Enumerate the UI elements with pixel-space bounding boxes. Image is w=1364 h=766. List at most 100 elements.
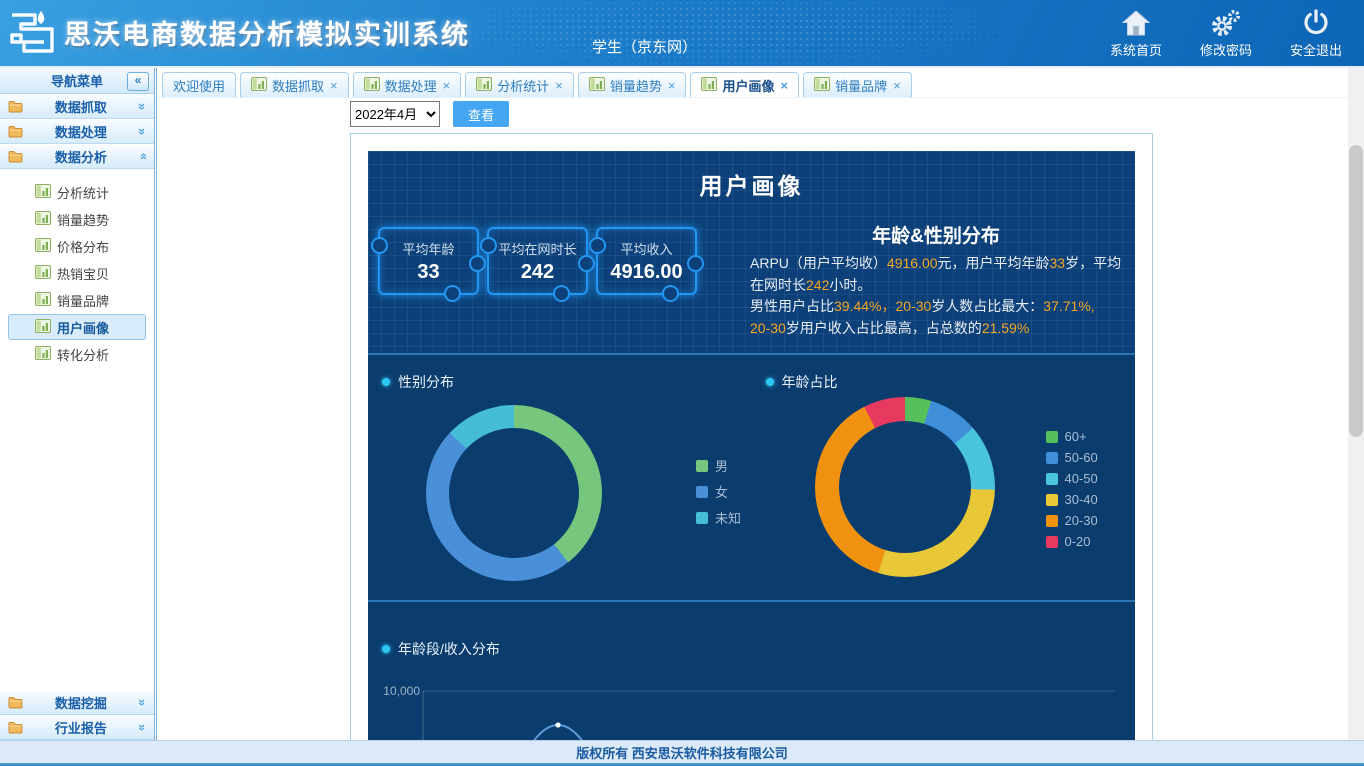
header-nav-gear[interactable]: 修改密码: [1194, 7, 1258, 59]
highlight-value: 37.71%,: [1043, 298, 1094, 314]
sidebar-item-label: 销量品牌: [57, 291, 109, 310]
legend-item-女[interactable]: 女: [696, 482, 741, 501]
tab-数据处理[interactable]: 数据处理×: [353, 72, 462, 97]
tab-close-icon[interactable]: ×: [780, 78, 788, 93]
summary-line: 20-30岁用户收入占比最高，占总数的21.59%: [750, 318, 1122, 340]
sidebar-groups-top: 数据抓取»数据处理»数据分析»分析统计销量趋势价格分布热销宝贝销量品牌用户画像转…: [0, 94, 154, 374]
card-notch: [589, 237, 606, 254]
legend-swatch: [1046, 473, 1058, 485]
chart-icon: [701, 77, 717, 94]
legend-label: 40-50: [1065, 471, 1098, 486]
sidebar-group-数据分析[interactable]: 数据分析»: [0, 144, 154, 169]
bullet-icon: [766, 378, 774, 386]
sidebar-group-数据挖掘[interactable]: 数据挖掘»: [0, 690, 154, 715]
chart-icon: [364, 77, 380, 94]
y-axis-tick-label: 10,000: [383, 684, 420, 698]
tab-close-icon[interactable]: ×: [443, 78, 451, 93]
legend-item-30-40[interactable]: 30-40: [1046, 492, 1098, 507]
app-logo-icon: [8, 9, 60, 57]
charts-row: 性别分布 男女未知 年龄占比: [368, 355, 1135, 600]
legend-swatch: [696, 512, 708, 524]
tab-销量品牌[interactable]: 销量品牌×: [803, 72, 912, 97]
sidebar-collapse-button[interactable]: «: [127, 72, 149, 91]
tab-label: 欢迎使用: [173, 76, 225, 95]
dashboard-title: 用户画像: [368, 151, 1135, 201]
sidebar-item-分析统计[interactable]: 分析统计: [8, 179, 146, 205]
highlight-value: 33: [1050, 255, 1066, 271]
legend-item-50-60[interactable]: 50-60: [1046, 450, 1098, 465]
tab-分析统计[interactable]: 分析统计×: [465, 72, 574, 97]
header-nav-label: 系统首页: [1110, 40, 1162, 59]
stat-label: 平均收入: [620, 239, 672, 258]
sidebar-item-热销宝贝[interactable]: 热销宝贝: [8, 260, 146, 286]
tab-close-icon[interactable]: ×: [555, 78, 563, 93]
sidebar-group-label: 数据处理: [23, 122, 139, 141]
header-nav: 系统首页 修改密码安全退出: [1104, 7, 1348, 59]
footer: 版权所有 西安思沃软件科技有限公司: [0, 740, 1364, 766]
chart-icon: [589, 77, 605, 94]
summary-block: 年龄&性别分布 ARPU（用户平均收）4916.00元，用户平均年龄33岁，平均…: [750, 221, 1122, 339]
highlight-value: 4916.00: [887, 255, 938, 271]
scrollbar-thumb[interactable]: [1349, 145, 1363, 437]
summary-text: ARPU（用户平均收）4916.00元，用户平均年龄33岁，平均在网时长242小…: [750, 253, 1122, 339]
chevron-down-icon: »: [135, 103, 150, 110]
card-notch: [444, 285, 461, 302]
legend-swatch: [1046, 515, 1058, 527]
header-nav-power[interactable]: 安全退出: [1284, 7, 1348, 59]
donut-hole: [449, 428, 579, 558]
header-nav-home[interactable]: 系统首页: [1104, 7, 1168, 59]
highlight-value: 20-30: [895, 298, 931, 314]
card-notch: [553, 285, 570, 302]
view-button[interactable]: 查看: [453, 101, 509, 127]
tab-数据抓取[interactable]: 数据抓取 ×: [240, 72, 349, 97]
legend-item-40-50[interactable]: 40-50: [1046, 471, 1098, 486]
folder-icon: [8, 125, 23, 138]
sidebar-item-转化分析[interactable]: 转化分析: [8, 341, 146, 367]
legend-item-60+[interactable]: 60+: [1046, 429, 1098, 444]
tab-label: 数据抓取: [272, 76, 324, 95]
tab-close-icon[interactable]: ×: [893, 78, 901, 93]
sidebar-item-用户画像[interactable]: 用户画像: [8, 314, 146, 340]
hero-section: 用户画像 平均年龄33平均在网时长242平均收入4916.00 年龄&性别分布 …: [368, 151, 1135, 353]
user-role-label: 学生（京东网）: [592, 36, 697, 57]
sidebar-item-销量趋势[interactable]: 销量趋势: [8, 206, 146, 232]
income-chart-panel: 年龄段/收入分布 10,000: [368, 602, 1135, 740]
tab-close-icon[interactable]: ×: [330, 78, 338, 93]
chart-icon: [35, 184, 51, 201]
world-map-pattern: [420, 0, 1180, 66]
sidebar-title-bar: 导航菜单 «: [0, 68, 154, 94]
sidebar-group-label: 数据分析: [23, 147, 139, 166]
tab-label: 销量趋势: [610, 76, 662, 95]
gender-legend: 男女未知: [696, 456, 741, 527]
content-area: 欢迎使用数据抓取×数据处理×分析统计×销量趋势×用户画像×销量品牌× 2022年…: [157, 68, 1348, 740]
sidebar-group-行业报告[interactable]: 行业报告»: [0, 715, 154, 740]
card-notch: [578, 255, 595, 272]
stat-card-平均年龄: 平均年龄33: [378, 227, 479, 295]
legend-item-0-20[interactable]: 0-20: [1046, 534, 1098, 549]
period-select[interactable]: 2022年4月: [350, 101, 440, 127]
folder-icon: [8, 721, 23, 734]
sidebar-group-数据抓取[interactable]: 数据抓取»: [0, 94, 154, 119]
legend-item-男[interactable]: 男: [696, 456, 741, 475]
sidebar-item-价格分布[interactable]: 价格分布: [8, 233, 146, 259]
tab-销量趋势[interactable]: 销量趋势 ×: [578, 72, 687, 97]
card-notch: [469, 255, 486, 272]
legend-item-20-30[interactable]: 20-30: [1046, 513, 1098, 528]
tab-用户画像[interactable]: 用户画像×: [690, 72, 799, 97]
sidebar: 导航菜单 « 数据抓取»数据处理»数据分析»分析统计销量趋势价格分布热销宝贝销量…: [0, 68, 157, 740]
sidebar-item-销量品牌[interactable]: 销量品牌: [8, 287, 146, 313]
age-chart-title: 年龄占比: [766, 372, 838, 392]
card-notch: [480, 237, 497, 254]
tab-close-icon[interactable]: ×: [668, 78, 676, 93]
tab-欢迎使用[interactable]: 欢迎使用: [162, 72, 236, 97]
bullet-icon: [382, 378, 390, 386]
gender-donut-chart: [426, 405, 602, 581]
legend-label: 50-60: [1065, 450, 1098, 465]
sidebar-group-label: 行业报告: [23, 718, 139, 737]
sidebar-group-数据处理[interactable]: 数据处理»: [0, 119, 154, 144]
chart-icon: [251, 77, 267, 94]
power-icon: [1302, 7, 1330, 37]
legend-item-未知[interactable]: 未知: [696, 508, 741, 527]
sidebar-spacer: [0, 374, 154, 690]
top-header: 思沃电商数据分析模拟实训系统 学生（京东网） 系统首页修改密码安全退出: [0, 0, 1364, 66]
